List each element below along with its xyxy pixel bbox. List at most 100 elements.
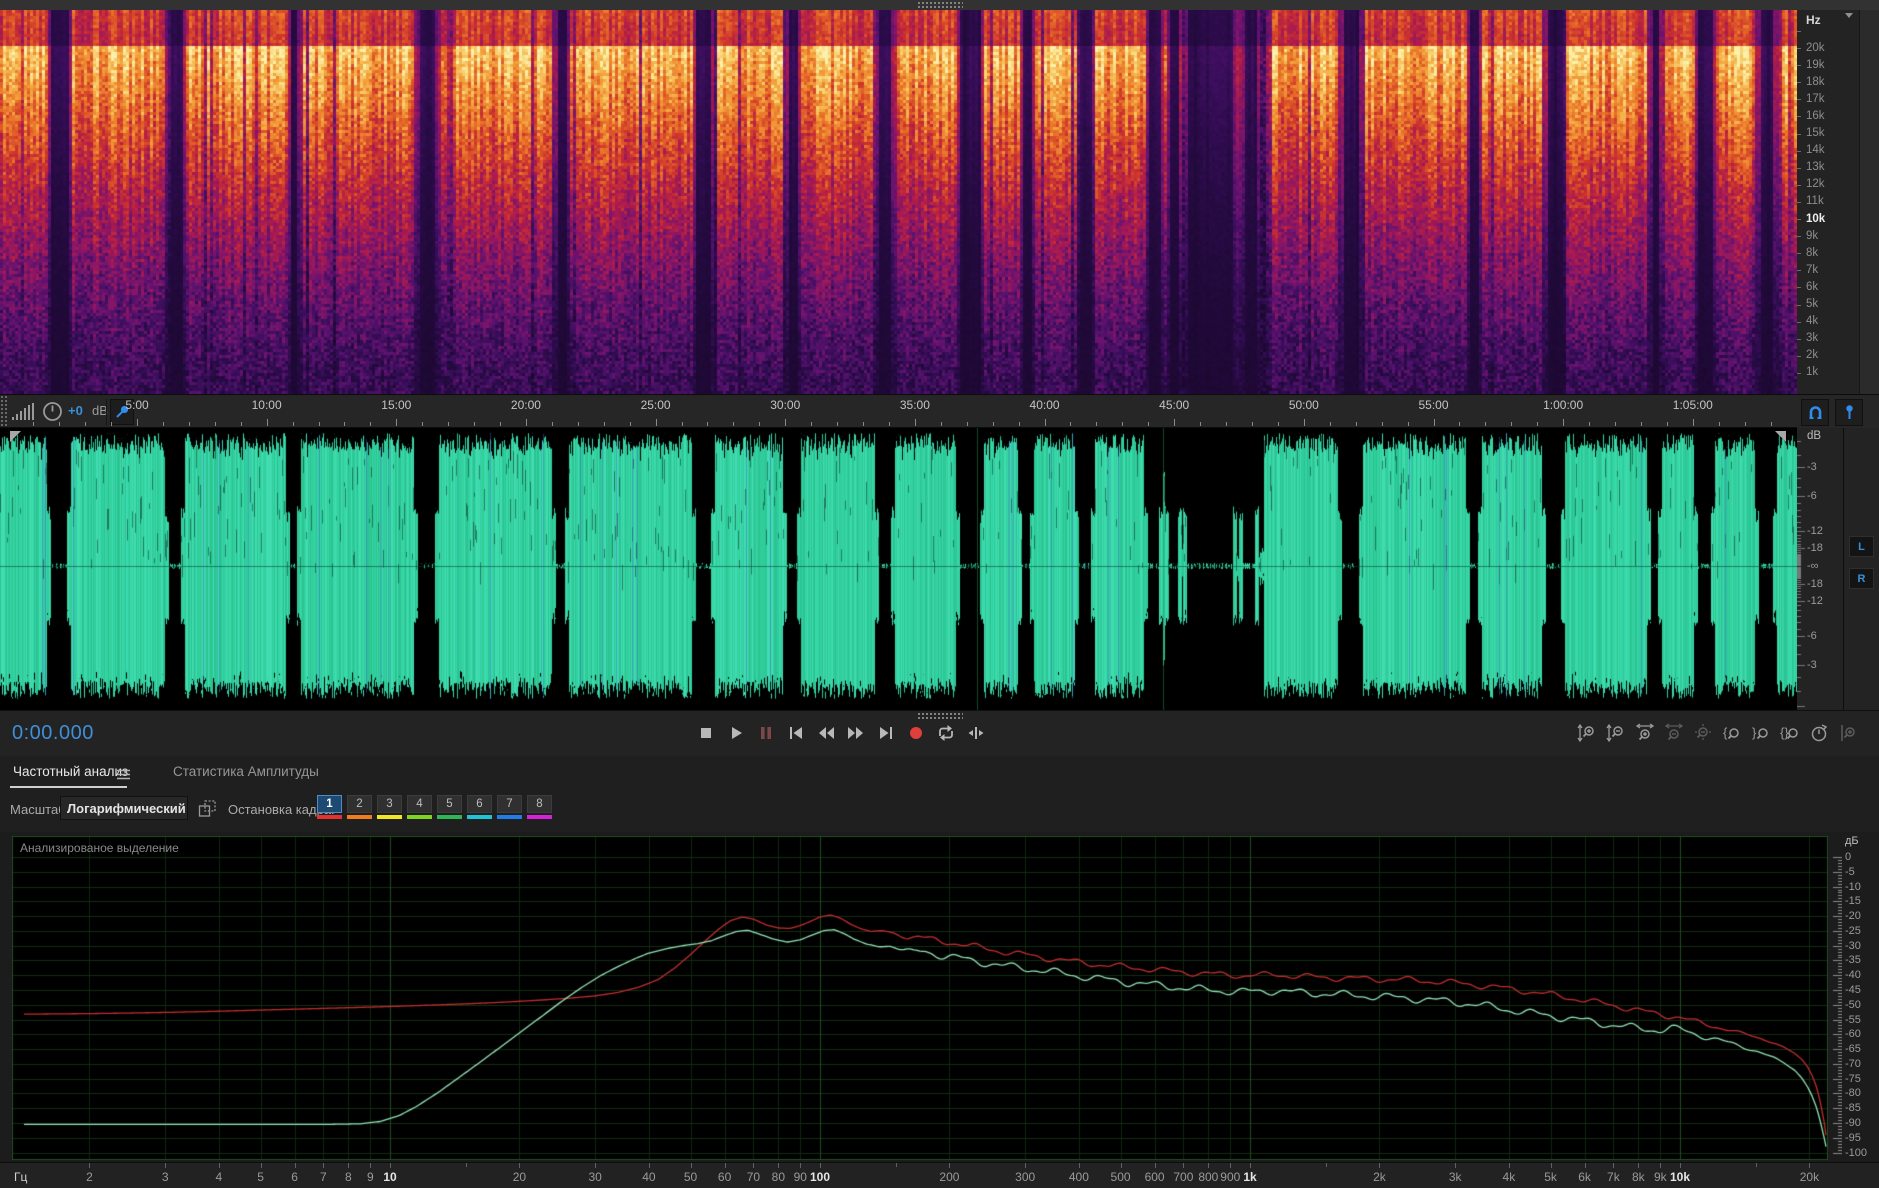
minute-tick bbox=[889, 422, 890, 426]
drag-handle-icon[interactable] bbox=[917, 1, 963, 8]
copy-graph-button[interactable] bbox=[198, 800, 217, 823]
hold-button-7[interactable]: 7 bbox=[497, 795, 522, 813]
axis-tick bbox=[595, 1163, 596, 1168]
svg-text:}: } bbox=[1752, 725, 1757, 740]
plot-db-unit: дБ bbox=[1845, 835, 1859, 847]
zoom-to-selection-button[interactable]: {} bbox=[1780, 723, 1800, 743]
frequency-label: 9k bbox=[1806, 230, 1818, 242]
hold-color-swatch bbox=[347, 815, 372, 819]
hold-button-8[interactable]: 8 bbox=[527, 795, 552, 813]
frequency-tick bbox=[1797, 270, 1801, 271]
channel-r-button[interactable]: R bbox=[1849, 568, 1874, 589]
minute-tick bbox=[1019, 422, 1020, 426]
panel-menu-icon[interactable] bbox=[117, 767, 130, 785]
hold-button-6[interactable]: 6 bbox=[467, 795, 492, 813]
channel-l-button[interactable]: L bbox=[1849, 536, 1874, 557]
scale-dropdown[interactable]: Логарифмический bbox=[60, 796, 188, 820]
amplitude-scale[interactable]: dB -3-6-12-18-∞-18-12-6-3 LR bbox=[1797, 428, 1879, 710]
axis-tick bbox=[261, 1163, 262, 1168]
time-label: 35:00 bbox=[900, 398, 930, 412]
ruler-grip-icon[interactable] bbox=[0, 395, 8, 429]
rewind-button[interactable] bbox=[815, 722, 837, 744]
pause-button[interactable] bbox=[755, 722, 777, 744]
zoom-reset-button[interactable] bbox=[1809, 723, 1829, 743]
play-button[interactable] bbox=[725, 722, 747, 744]
axis-label: 8 bbox=[345, 1170, 352, 1184]
minute-tick bbox=[759, 422, 760, 426]
axis-label: 80 bbox=[772, 1170, 785, 1184]
zoom-out-full-button bbox=[1693, 723, 1713, 743]
hold-color-swatch bbox=[437, 815, 462, 819]
hold-slot-7: 7 bbox=[497, 795, 522, 819]
axis-label: 500 bbox=[1111, 1170, 1131, 1184]
hold-button-4[interactable]: 4 bbox=[407, 795, 432, 813]
fast-forward-button[interactable] bbox=[845, 722, 867, 744]
gain-value[interactable]: +0 bbox=[68, 403, 83, 418]
timeline-ruler[interactable]: +0 dB 5:0010:0015:0020:0025:0030:0035:00… bbox=[0, 394, 1879, 428]
axis-tick bbox=[1638, 1163, 1639, 1168]
marker-pin-button[interactable] bbox=[1835, 399, 1863, 426]
axis-label: 700 bbox=[1173, 1170, 1193, 1184]
panel-menu-arrow-icon[interactable] bbox=[1845, 13, 1853, 18]
time-label: 5:00 bbox=[125, 398, 148, 412]
minute-tick bbox=[474, 422, 475, 426]
zoom-to-in-point-button[interactable]: { bbox=[1722, 723, 1742, 743]
axis-tick bbox=[1585, 1163, 1586, 1168]
time-label: 45:00 bbox=[1159, 398, 1189, 412]
axis-tick bbox=[1025, 1163, 1026, 1168]
minute-tick bbox=[1278, 422, 1279, 426]
axis-label: 4k bbox=[1503, 1170, 1516, 1184]
frequency-tick bbox=[1797, 305, 1801, 306]
drag-handle-icon[interactable] bbox=[917, 712, 963, 719]
skip-selection-button[interactable] bbox=[965, 722, 987, 744]
minute-tick bbox=[1304, 419, 1305, 426]
frequency-tick bbox=[1797, 253, 1801, 254]
fade-in-handle[interactable] bbox=[10, 431, 21, 442]
db-label: -25 bbox=[1845, 925, 1861, 937]
stop-button[interactable] bbox=[695, 722, 717, 744]
waveform-canvas[interactable] bbox=[0, 428, 1797, 710]
playhead-time[interactable]: 0:00.000 bbox=[12, 722, 94, 745]
axis-minor-tick bbox=[466, 1163, 467, 1167]
minute-tick bbox=[552, 422, 553, 426]
record-button[interactable] bbox=[905, 722, 927, 744]
hold-button-2[interactable]: 2 bbox=[347, 795, 372, 813]
axis-label: 30 bbox=[588, 1170, 601, 1184]
amplitude-scale-unit: dB bbox=[1807, 430, 1821, 442]
axis-tick bbox=[1509, 1163, 1510, 1168]
skip-back-button[interactable] bbox=[785, 722, 807, 744]
loop-playback-button[interactable] bbox=[935, 722, 957, 744]
zoom-in-amplitude-button[interactable] bbox=[1577, 723, 1597, 743]
frequency-label: 10k bbox=[1806, 213, 1825, 225]
panel-drag-bar[interactable] bbox=[0, 0, 1879, 10]
magnetic-snap-button[interactable] bbox=[1801, 399, 1829, 426]
hold-button-3[interactable]: 3 bbox=[377, 795, 402, 813]
skip-forward-button[interactable] bbox=[875, 722, 897, 744]
divider bbox=[106, 399, 107, 425]
axis-tick bbox=[1455, 1163, 1456, 1168]
amplitude-label: -3 bbox=[1807, 461, 1817, 473]
zoom-in-time-button[interactable] bbox=[1635, 723, 1655, 743]
hold-button-5[interactable]: 5 bbox=[437, 795, 462, 813]
frequency-axis-unit: Гц bbox=[14, 1170, 27, 1184]
hold-button-1[interactable]: 1 bbox=[317, 795, 342, 813]
frequency-label: 6k bbox=[1806, 281, 1818, 293]
tab-frequency-analysis[interactable]: Частотный анализ bbox=[13, 764, 128, 779]
db-label: -65 bbox=[1845, 1043, 1861, 1055]
zoom-out-amplitude-button[interactable] bbox=[1606, 723, 1626, 743]
axis-label: 7 bbox=[320, 1170, 327, 1184]
hold-slot-3: 3 bbox=[377, 795, 402, 819]
tab-amplitude-statistics[interactable]: Статистика Амплитуды bbox=[173, 764, 319, 779]
vertical-zoom-scrollbar[interactable] bbox=[1859, 10, 1879, 394]
frequency-label: 8k bbox=[1806, 247, 1818, 259]
axis-tick bbox=[1680, 1163, 1681, 1168]
fade-out-handle[interactable] bbox=[1775, 431, 1786, 442]
minute-tick bbox=[733, 422, 734, 426]
axis-label: 100 bbox=[810, 1170, 830, 1184]
minute-tick bbox=[1200, 422, 1201, 426]
axis-label: 1k bbox=[1243, 1170, 1256, 1184]
axis-label: 8k bbox=[1632, 1170, 1645, 1184]
zoom-to-out-point-button[interactable]: } bbox=[1751, 723, 1771, 743]
spectrogram-canvas[interactable] bbox=[0, 10, 1797, 394]
minute-tick bbox=[85, 422, 86, 426]
